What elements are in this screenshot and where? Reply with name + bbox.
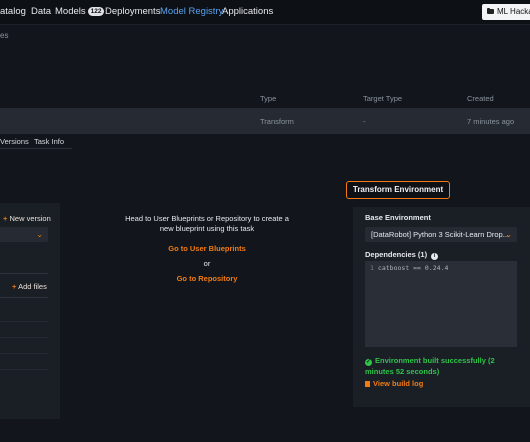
chevron-down-icon: ⌄ [505,230,512,239]
chevron-down-icon: ⌄ [36,230,43,239]
line-number: 1 [370,264,374,272]
workspace-name: ML Hacka [497,7,530,16]
tab-versions[interactable]: Versions [0,137,29,146]
column-header-type: Type [260,94,277,103]
workspace-switcher[interactable]: ML Hacka [482,4,530,20]
transform-environment-button[interactable]: Transform Environment [346,181,450,199]
base-environment-select[interactable]: [DataRobot] Python 3 Scikit-Learn Drop..… [365,227,517,242]
column-header-target-type: Target Type [363,94,403,103]
blueprint-instructions: Head to User Blueprints or Repository to… [125,214,289,233]
breadcrumb[interactable]: es [0,31,8,40]
nav-data[interactable]: Data [31,6,51,17]
new-version-button[interactable]: + New version [3,214,51,223]
nav-models-label: Models [55,6,86,17]
row-target-type: - [363,117,366,126]
models-count-badge: 122 [87,7,105,16]
build-status: ✓ Environment built successfully (2 minut… [365,355,525,377]
nav-model-registry[interactable]: Model Registry [160,6,223,17]
nav-models[interactable]: Models 122 [55,6,105,17]
view-build-log-link[interactable]: View build log [365,379,423,388]
row-created: 7 minutes ago [467,117,515,126]
or-separator: or [203,259,211,268]
plus-icon: + [12,282,17,291]
file-row-divider [0,353,48,354]
base-environment-label: Base Environment [365,213,431,222]
build-status-message: Environment built successfully (2 minute… [365,356,495,376]
add-files-label: Add files [18,282,47,291]
divider [0,297,48,298]
add-files-button[interactable]: + Add files [12,282,47,291]
dependency-line: catboost == 0.24.4 [377,264,449,272]
info-icon[interactable]: i [431,253,439,260]
tab-underline [0,148,72,149]
check-circle-icon: ✓ [365,359,372,366]
dependencies-heading: Dependencies (1) i [365,250,439,260]
column-header-created: Created [467,94,494,103]
new-version-label: New version [9,214,51,223]
view-build-log-label: View build log [373,379,424,388]
nav-applications[interactable]: Applications [222,6,273,17]
dependencies-editor[interactable]: 1 catboost == 0.24.4 [365,261,517,347]
base-environment-value: [DataRobot] Python 3 Scikit-Learn Drop..… [371,230,509,239]
version-select[interactable]: ⌄ [0,227,48,242]
plus-icon: + [3,214,8,223]
go-to-repository-link[interactable]: Go to Repository [122,274,292,283]
go-to-user-blueprints-link[interactable]: Go to User Blueprints [122,244,292,253]
tab-task-info[interactable]: Task Info [34,137,64,146]
document-icon [365,381,370,387]
file-row-divider [0,369,48,370]
file-row-divider [0,337,48,338]
top-navigation: atalog Data Models 122 Deployments Model … [0,0,530,25]
divider [0,273,48,274]
file-row-divider [0,321,48,322]
dependencies-label: Dependencies (1) [365,250,428,259]
nav-ai-catalog[interactable]: atalog [0,6,26,17]
folder-icon [487,8,494,14]
nav-deployments[interactable]: Deployments [105,6,160,17]
row-type: Transform [260,117,294,126]
